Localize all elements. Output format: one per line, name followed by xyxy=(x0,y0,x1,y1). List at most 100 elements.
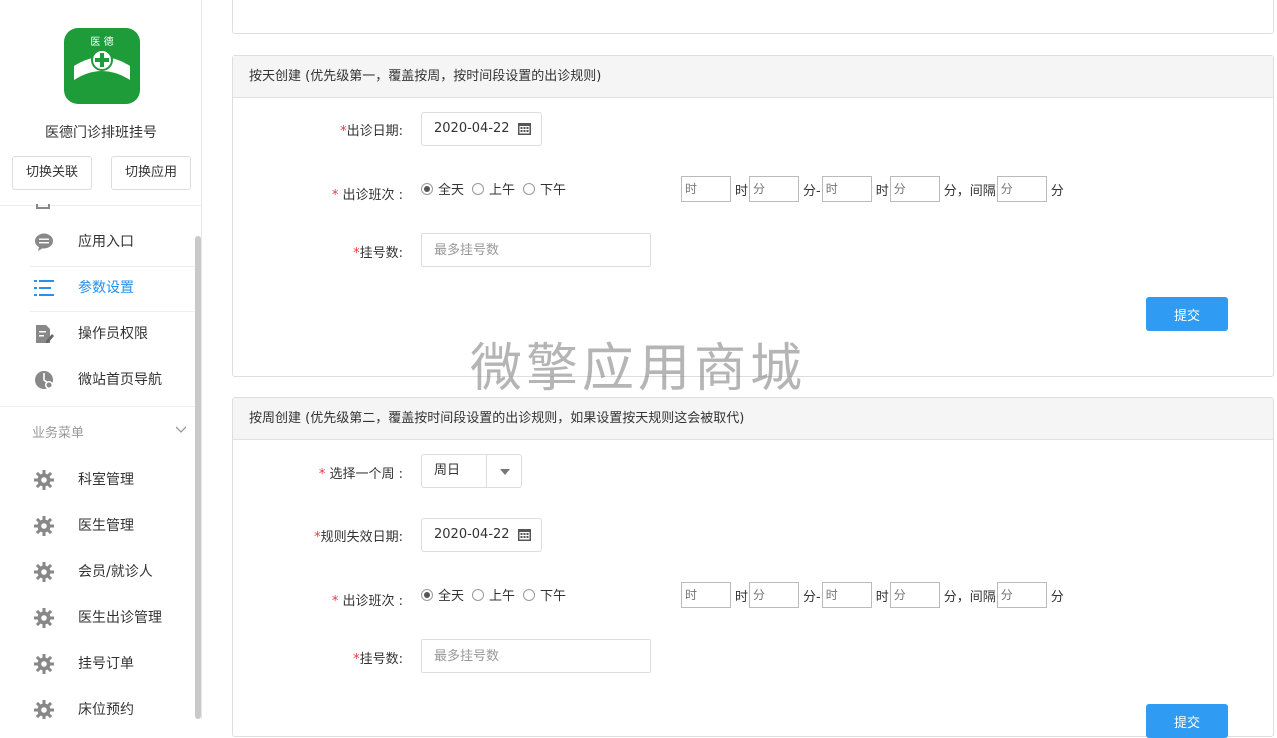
previous-panel xyxy=(232,0,1274,34)
unit-label: 分，间隔 xyxy=(943,183,996,199)
week-select[interactable]: 周日 xyxy=(421,454,522,488)
submit-button[interactable]: 提交 xyxy=(1146,704,1228,738)
shift-label: * 出诊班次 : xyxy=(331,188,403,203)
max-count-input[interactable] xyxy=(421,639,651,673)
shift-radio-group: 全天 上午 下午 xyxy=(421,179,574,198)
start-minute-input[interactable] xyxy=(749,582,800,608)
caret-down-icon xyxy=(500,469,510,475)
time-range-row: 时 分- 时 分，间隔 分 xyxy=(681,176,1065,202)
gear-icon xyxy=(34,608,54,628)
sidebar-item-orders[interactable]: 挂号订单 xyxy=(0,641,194,687)
chevron-down-icon[interactable] xyxy=(176,424,186,434)
unit-label: 分- xyxy=(803,183,821,199)
unit-label: 分，间隔 xyxy=(943,589,996,605)
sidebar-item-doctor-schedule[interactable]: 医生出诊管理 xyxy=(0,595,194,641)
gear-icon xyxy=(34,700,54,719)
compass-user-icon xyxy=(35,371,53,389)
gear-icon xyxy=(34,470,54,490)
sidebar-item-label: 科室管理 xyxy=(78,472,134,488)
interval-minute-input[interactable] xyxy=(996,176,1047,202)
gear-icon xyxy=(34,654,54,674)
sidebar-item-member[interactable]: 会员/就诊人 xyxy=(0,549,194,595)
end-hour-input[interactable] xyxy=(821,582,872,608)
menu-group-title: 业务菜单 xyxy=(32,426,85,441)
radio-button[interactable] xyxy=(472,588,485,601)
sidebar-item-department[interactable]: 科室管理 xyxy=(0,457,194,503)
sidebar-item-label: 床位预约 xyxy=(78,702,134,718)
expire-date-picker[interactable]: 2020-04-22 xyxy=(421,518,542,552)
week-label: * 选择一个周 : xyxy=(318,467,403,482)
sidebar-item-label: 挂号订单 xyxy=(78,656,134,672)
count-label: *挂号数: xyxy=(353,246,403,261)
week-create-panel: 按周创建 (优先级第二，覆盖按时间段设置的出诊规则，如果设置按天规则这会被取代)… xyxy=(232,397,1274,738)
sidebar-item-operator-permission[interactable]: 操作员权限 xyxy=(0,311,194,357)
radio-button[interactable] xyxy=(523,588,536,601)
divider xyxy=(486,455,487,487)
radio-button[interactable] xyxy=(421,182,433,195)
end-minute-input[interactable] xyxy=(889,582,940,608)
sidebar-item-app-entry[interactable]: 应用入口 xyxy=(0,219,194,265)
app-name: 医德门诊排班挂号 xyxy=(45,125,157,141)
unit-label: 时 xyxy=(875,183,889,199)
select-value: 周日 xyxy=(434,463,461,478)
shift-radio-group: 全天 上午 下午 xyxy=(421,585,574,604)
radio-button[interactable] xyxy=(523,182,536,195)
end-hour-input[interactable] xyxy=(821,176,872,202)
start-hour-input[interactable] xyxy=(681,176,731,202)
visit-date-label: *出诊日期: xyxy=(340,124,403,139)
sidebar-item-label: 医生出诊管理 xyxy=(78,610,162,626)
shift-option-morning[interactable]: 上午 xyxy=(472,585,515,604)
edit-document-icon xyxy=(36,325,54,343)
shift-option-afternoon[interactable]: 下午 xyxy=(523,179,566,198)
day-create-panel: 按天创建 (优先级第一，覆盖按周，按时间段设置的出诊规则) *出诊日期: 202… xyxy=(232,55,1274,377)
panel-title: 按天创建 (优先级第一，覆盖按周，按时间段设置的出诊规则) xyxy=(233,56,1273,98)
switch-link-button[interactable]: 切换关联 xyxy=(12,156,92,190)
chat-bubble-icon xyxy=(35,233,53,251)
start-hour-input[interactable] xyxy=(681,582,731,608)
sidebar-item-label: 微站首页导航 xyxy=(78,372,162,388)
interval-minute-input[interactable] xyxy=(996,582,1047,608)
shift-option-morning[interactable]: 上午 xyxy=(472,179,515,198)
unit-label: 分- xyxy=(803,589,821,605)
divider xyxy=(0,406,200,407)
sidebar-item-site-nav[interactable]: 微站首页导航 xyxy=(0,357,194,403)
shift-label: * 出诊班次 : xyxy=(331,594,403,609)
sidebar-item-bed-booking[interactable]: 床位预约 xyxy=(0,687,194,719)
unit-label: 分 xyxy=(1050,183,1064,199)
app-logo: 医 德 xyxy=(64,28,140,104)
unit-label: 时 xyxy=(735,589,749,605)
partial-nav-icon xyxy=(36,204,50,209)
sidebar-item-label: 参数设置 xyxy=(78,280,134,296)
calendar-icon xyxy=(518,123,531,135)
max-count-input[interactable] xyxy=(421,233,651,267)
sidebar-item-doctor[interactable]: 医生管理 xyxy=(0,503,194,549)
shift-option-fullday[interactable]: 全天 xyxy=(421,585,464,604)
shift-option-afternoon[interactable]: 下午 xyxy=(523,585,566,604)
unit-label: 时 xyxy=(735,183,749,199)
gear-icon xyxy=(34,516,54,536)
submit-button[interactable]: 提交 xyxy=(1146,297,1228,331)
panel-title: 按周创建 (优先级第二，覆盖按时间段设置的出诊规则，如果设置按天规则这会被取代) xyxy=(233,398,1273,440)
gear-icon xyxy=(34,562,54,582)
calendar-icon xyxy=(518,529,531,541)
list-icon xyxy=(34,280,54,296)
end-minute-input[interactable] xyxy=(889,176,940,202)
shift-option-fullday[interactable]: 全天 xyxy=(421,179,464,198)
time-range-row: 时 分- 时 分，间隔 分 xyxy=(681,582,1065,608)
sidebar: 医 德 医德门诊排班挂号 切换关联 切换应用 应用入口 参数设置 操作员权限 微… xyxy=(0,0,202,719)
sidebar-item-label: 操作员权限 xyxy=(78,326,148,342)
unit-label: 分 xyxy=(1050,589,1064,605)
switch-app-button[interactable]: 切换应用 xyxy=(111,156,191,190)
sidebar-item-label: 医生管理 xyxy=(78,518,134,534)
radio-button[interactable] xyxy=(421,588,433,601)
radio-button[interactable] xyxy=(472,182,485,195)
sidebar-item-settings[interactable]: 参数设置 xyxy=(0,265,194,311)
sidebar-item-label: 应用入口 xyxy=(78,234,134,250)
sidebar-scrollbar[interactable] xyxy=(195,236,201,719)
sidebar-item-label: 会员/就诊人 xyxy=(78,564,153,580)
visit-date-picker[interactable]: 2020-04-22 xyxy=(421,112,542,146)
start-minute-input[interactable] xyxy=(749,176,800,202)
svg-text:医 德: 医 德 xyxy=(90,35,113,48)
divider xyxy=(0,205,201,206)
expire-date-label: *规则失效日期: xyxy=(314,530,403,545)
